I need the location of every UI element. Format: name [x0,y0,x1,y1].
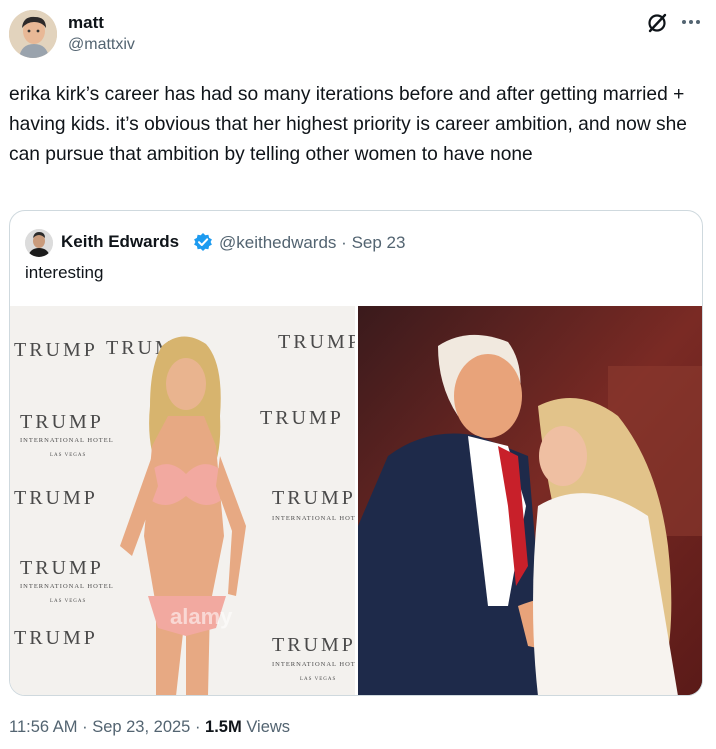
quoted-author-handle[interactable]: @keithedwards [219,233,336,252]
backdrop-word: INTERNATIONAL HOTEL [272,661,355,668]
watermark: alamy [170,604,233,629]
grok-icon[interactable] [646,12,668,34]
backdrop-word: TRUMP [272,487,355,509]
backdrop-word: INTERNATIONAL HOTEL [272,515,355,522]
verified-badge-icon [193,232,213,252]
quoted-author-meta[interactable]: @keithedwards · Sep 23 [219,233,405,253]
backdrop-word: INTERNATIONAL HOTEL [20,583,114,590]
backdrop-word: TRUMP [20,557,104,579]
more-icon[interactable] [678,11,704,33]
backdrop-word: LAS VEGAS [300,677,336,682]
meta-separator: · [82,718,88,736]
backdrop-word: TRUMP [272,634,355,656]
views-count[interactable]: 1.5M [205,718,242,736]
quoted-post-date[interactable]: Sep 23 [352,233,406,252]
backdrop-word: TRUMP [260,407,344,429]
meta-separator: · [341,233,347,252]
post-time[interactable]: 11:56 AM [9,718,78,736]
post-text: erika kirk’s career has had so many iter… [9,84,687,165]
backdrop-word: TRUMP [14,339,98,361]
photo-step-and-repeat[interactable]: TRUMP TRUMP TRUMP TRUMP INTERNATIONAL HO… [10,306,355,695]
author-handle[interactable]: @mattxiv [68,36,135,54]
author-avatar[interactable] [9,10,57,58]
quoted-post-text: interesting [25,263,104,282]
quoted-author-avatar[interactable] [25,229,53,257]
backdrop-word: TRUMP [278,331,355,353]
backdrop-word: LAS VEGAS [50,599,86,604]
author-name[interactable]: matt [68,13,104,33]
views-label[interactable]: Views [246,718,290,736]
backdrop-word: TRUMP [14,627,98,649]
quoted-post[interactable]: Keith Edwards @keithedwards · Sep 23 int… [9,210,703,696]
backdrop-word: TRUMP [20,411,104,433]
post-metadata: 11:56 AM · Sep 23, 2025 · 1.5M Views [9,718,290,737]
backdrop-word: INTERNATIONAL HOTEL [20,437,114,444]
photo-embrace-on-stage[interactable] [358,306,702,695]
meta-separator: · [194,718,201,736]
post-date[interactable]: Sep 23, 2025 [92,718,190,736]
quoted-author-name[interactable]: Keith Edwards [61,232,179,252]
backdrop-word: LAS VEGAS [50,453,86,458]
backdrop-word: TRUMP [14,487,98,509]
